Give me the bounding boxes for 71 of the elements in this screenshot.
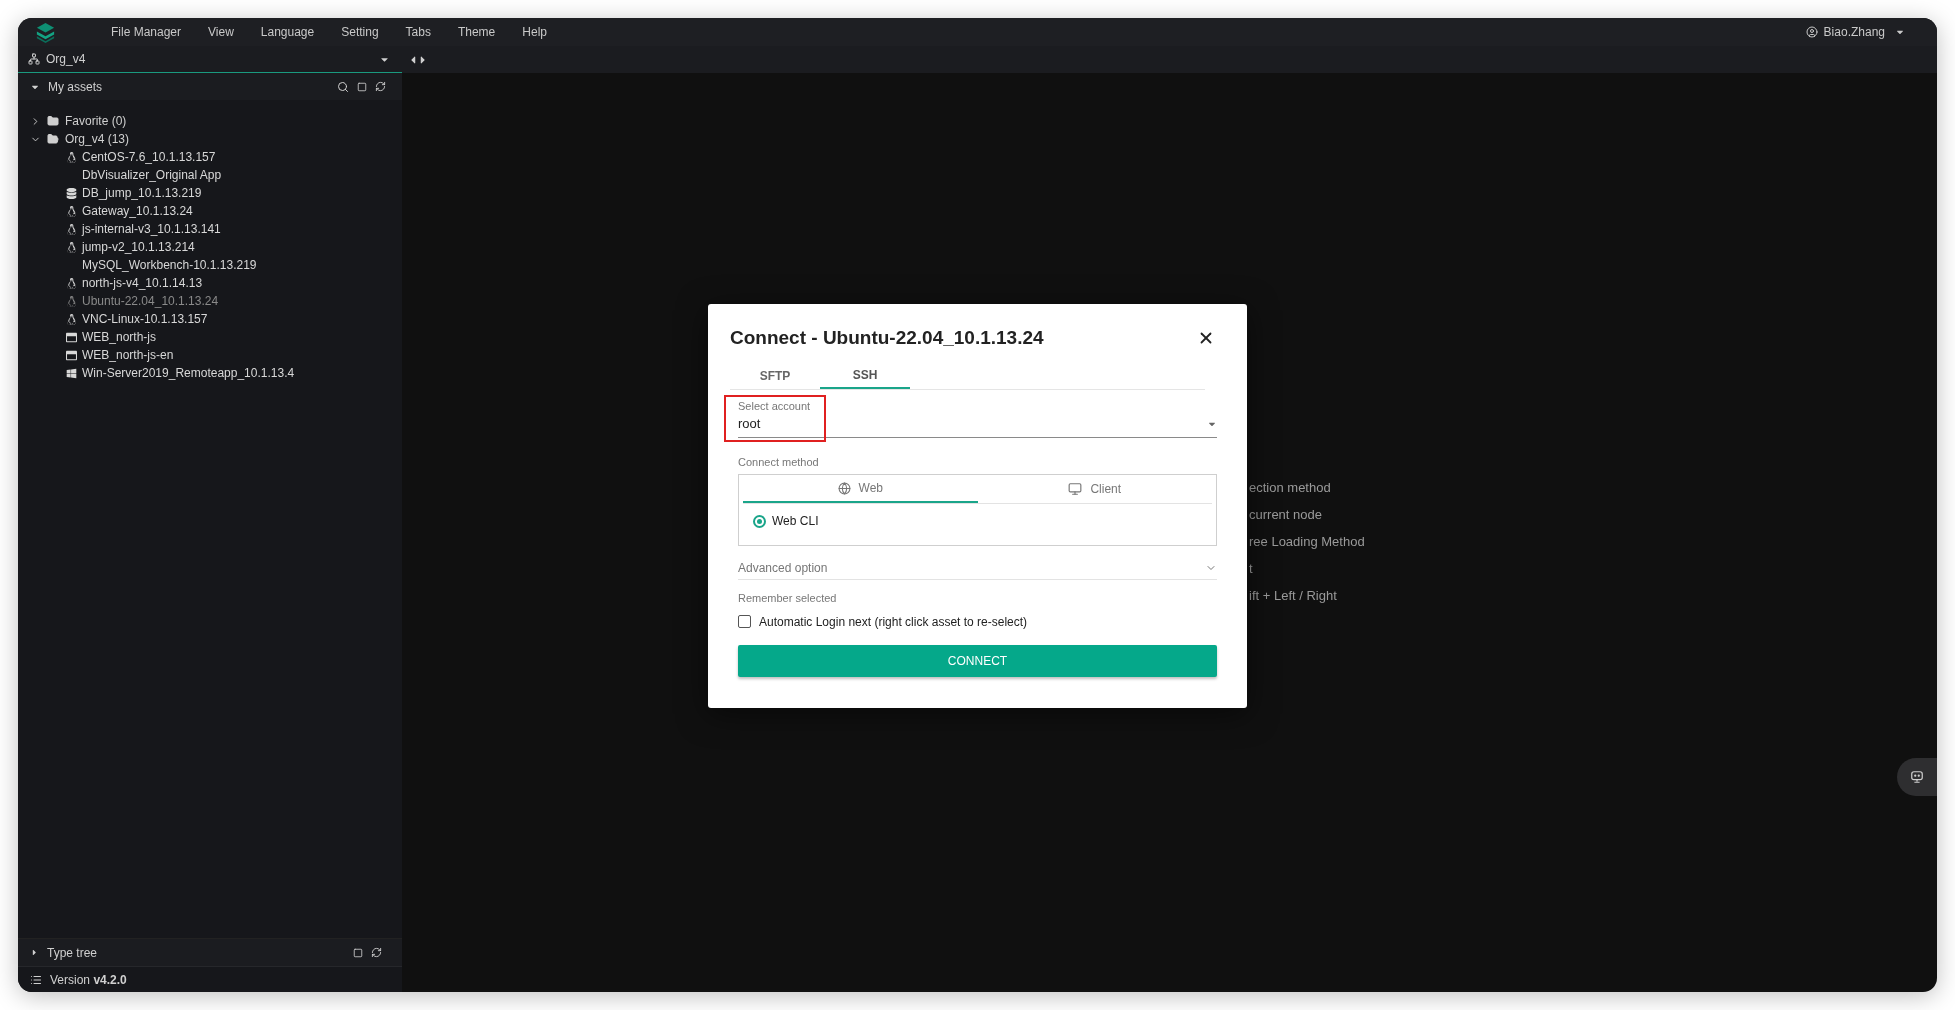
penguin-icon: [66, 223, 77, 235]
penguin-icon: [66, 241, 77, 253]
tab[interactable]: SSH: [820, 362, 910, 389]
tree-item[interactable]: north-js-v4_10.1.14.13: [82, 274, 203, 292]
panel-title: Type tree: [47, 944, 98, 962]
method-tab[interactable]: Client: [977, 475, 1212, 503]
tree-item[interactable]: MySQL_Workbench-10.1.13.219: [82, 256, 257, 274]
globe-icon: [837, 481, 851, 495]
tree-item[interactable]: Favorite (0): [65, 112, 127, 130]
tree-item[interactable]: DbVisualizer_Original App: [82, 166, 222, 184]
tree-item[interactable]: WEB_north-js-en: [82, 346, 174, 364]
menu-item[interactable]: Language: [260, 23, 315, 41]
menu-item[interactable]: Setting: [341, 23, 379, 41]
tree-item[interactable]: jump-v2_10.1.13.214: [82, 238, 195, 256]
radio-button[interactable]: [753, 514, 766, 528]
penguin-icon: [66, 295, 77, 307]
penguin-icon: [66, 277, 77, 289]
menu-item[interactable]: Theme: [457, 23, 496, 41]
account-select[interactable]: Select account root: [738, 397, 1217, 438]
tree-item[interactable]: Win-Server2019_Remoteapp_10.1.13.4: [82, 364, 295, 382]
hint-text: ree Loading Method: [1249, 533, 1366, 551]
hint-text: current node: [1249, 506, 1323, 524]
tree-item[interactable]: Gateway_10.1.13.24: [82, 202, 193, 220]
field-label: Connect method: [738, 454, 820, 470]
refresh-icon[interactable]: [371, 947, 382, 958]
list-icon: [30, 973, 42, 986]
logo-icon: [34, 20, 57, 44]
chat-button[interactable]: [1897, 758, 1937, 796]
menu-item[interactable]: Help: [522, 23, 547, 41]
square-icon[interactable]: [353, 947, 363, 958]
org-selector[interactable]: Org_v4: [18, 46, 402, 73]
checkbox[interactable]: [738, 615, 751, 628]
dialog-title: Connect - Ubuntu-22.04_10.1.13.24: [730, 326, 1044, 350]
penguin-icon: [66, 313, 77, 325]
panel-title: My assets: [48, 78, 102, 96]
tab[interactable]: SFTP: [730, 362, 820, 389]
radio-label: Web CLI: [772, 513, 819, 530]
tree-item[interactable]: WEB_north-js: [82, 328, 157, 346]
checkbox-label: Automatic Login next (right click asset to re-select): [759, 613, 1028, 631]
method-tab[interactable]: Web: [743, 475, 978, 503]
database-icon: [66, 187, 77, 199]
tree-item[interactable]: VNC-Linux-10.1.13.157: [82, 310, 208, 328]
browser-window-icon: [66, 331, 77, 343]
user-name[interactable]: Biao.Zhang: [1823, 23, 1885, 41]
menu-item[interactable]: Tabs: [405, 23, 431, 41]
tree-item[interactable]: js-internal-v3_10.1.13.141: [82, 220, 221, 238]
hint-text: ift + Left / Right: [1249, 587, 1338, 605]
hint-text: ection method: [1249, 479, 1332, 497]
user-icon: [1805, 26, 1818, 38]
field-label: Remember selected: [738, 591, 838, 606]
tree-item[interactable]: DB_jump_10.1.13.219: [82, 184, 202, 202]
hint-text: t: [1249, 560, 1254, 578]
monitor-icon: [1068, 482, 1083, 496]
hierarchy-icon: [28, 53, 40, 65]
folder-icon: [47, 115, 59, 127]
tree-item[interactable]: Org_v4 (13): [65, 130, 130, 148]
penguin-icon: [66, 151, 77, 163]
version-label: Version v4.2.0: [50, 971, 127, 989]
tree-item[interactable]: CentOS-7.6_10.1.13.157: [82, 148, 216, 166]
square-icon[interactable]: [357, 81, 367, 92]
caret-icon[interactable]: [30, 948, 39, 957]
menu-item[interactable]: View: [208, 23, 234, 41]
menu-item[interactable]: File Manager: [111, 23, 182, 41]
penguin-icon: [66, 205, 77, 217]
windows-icon: [66, 367, 77, 379]
browser-window-icon: [66, 349, 77, 361]
refresh-icon[interactable]: [375, 81, 386, 92]
chat-icon: [1910, 770, 1924, 784]
folder-icon: [47, 133, 59, 145]
advanced-option[interactable]: Advanced option: [738, 556, 1217, 580]
search-icon[interactable]: [337, 80, 349, 93]
